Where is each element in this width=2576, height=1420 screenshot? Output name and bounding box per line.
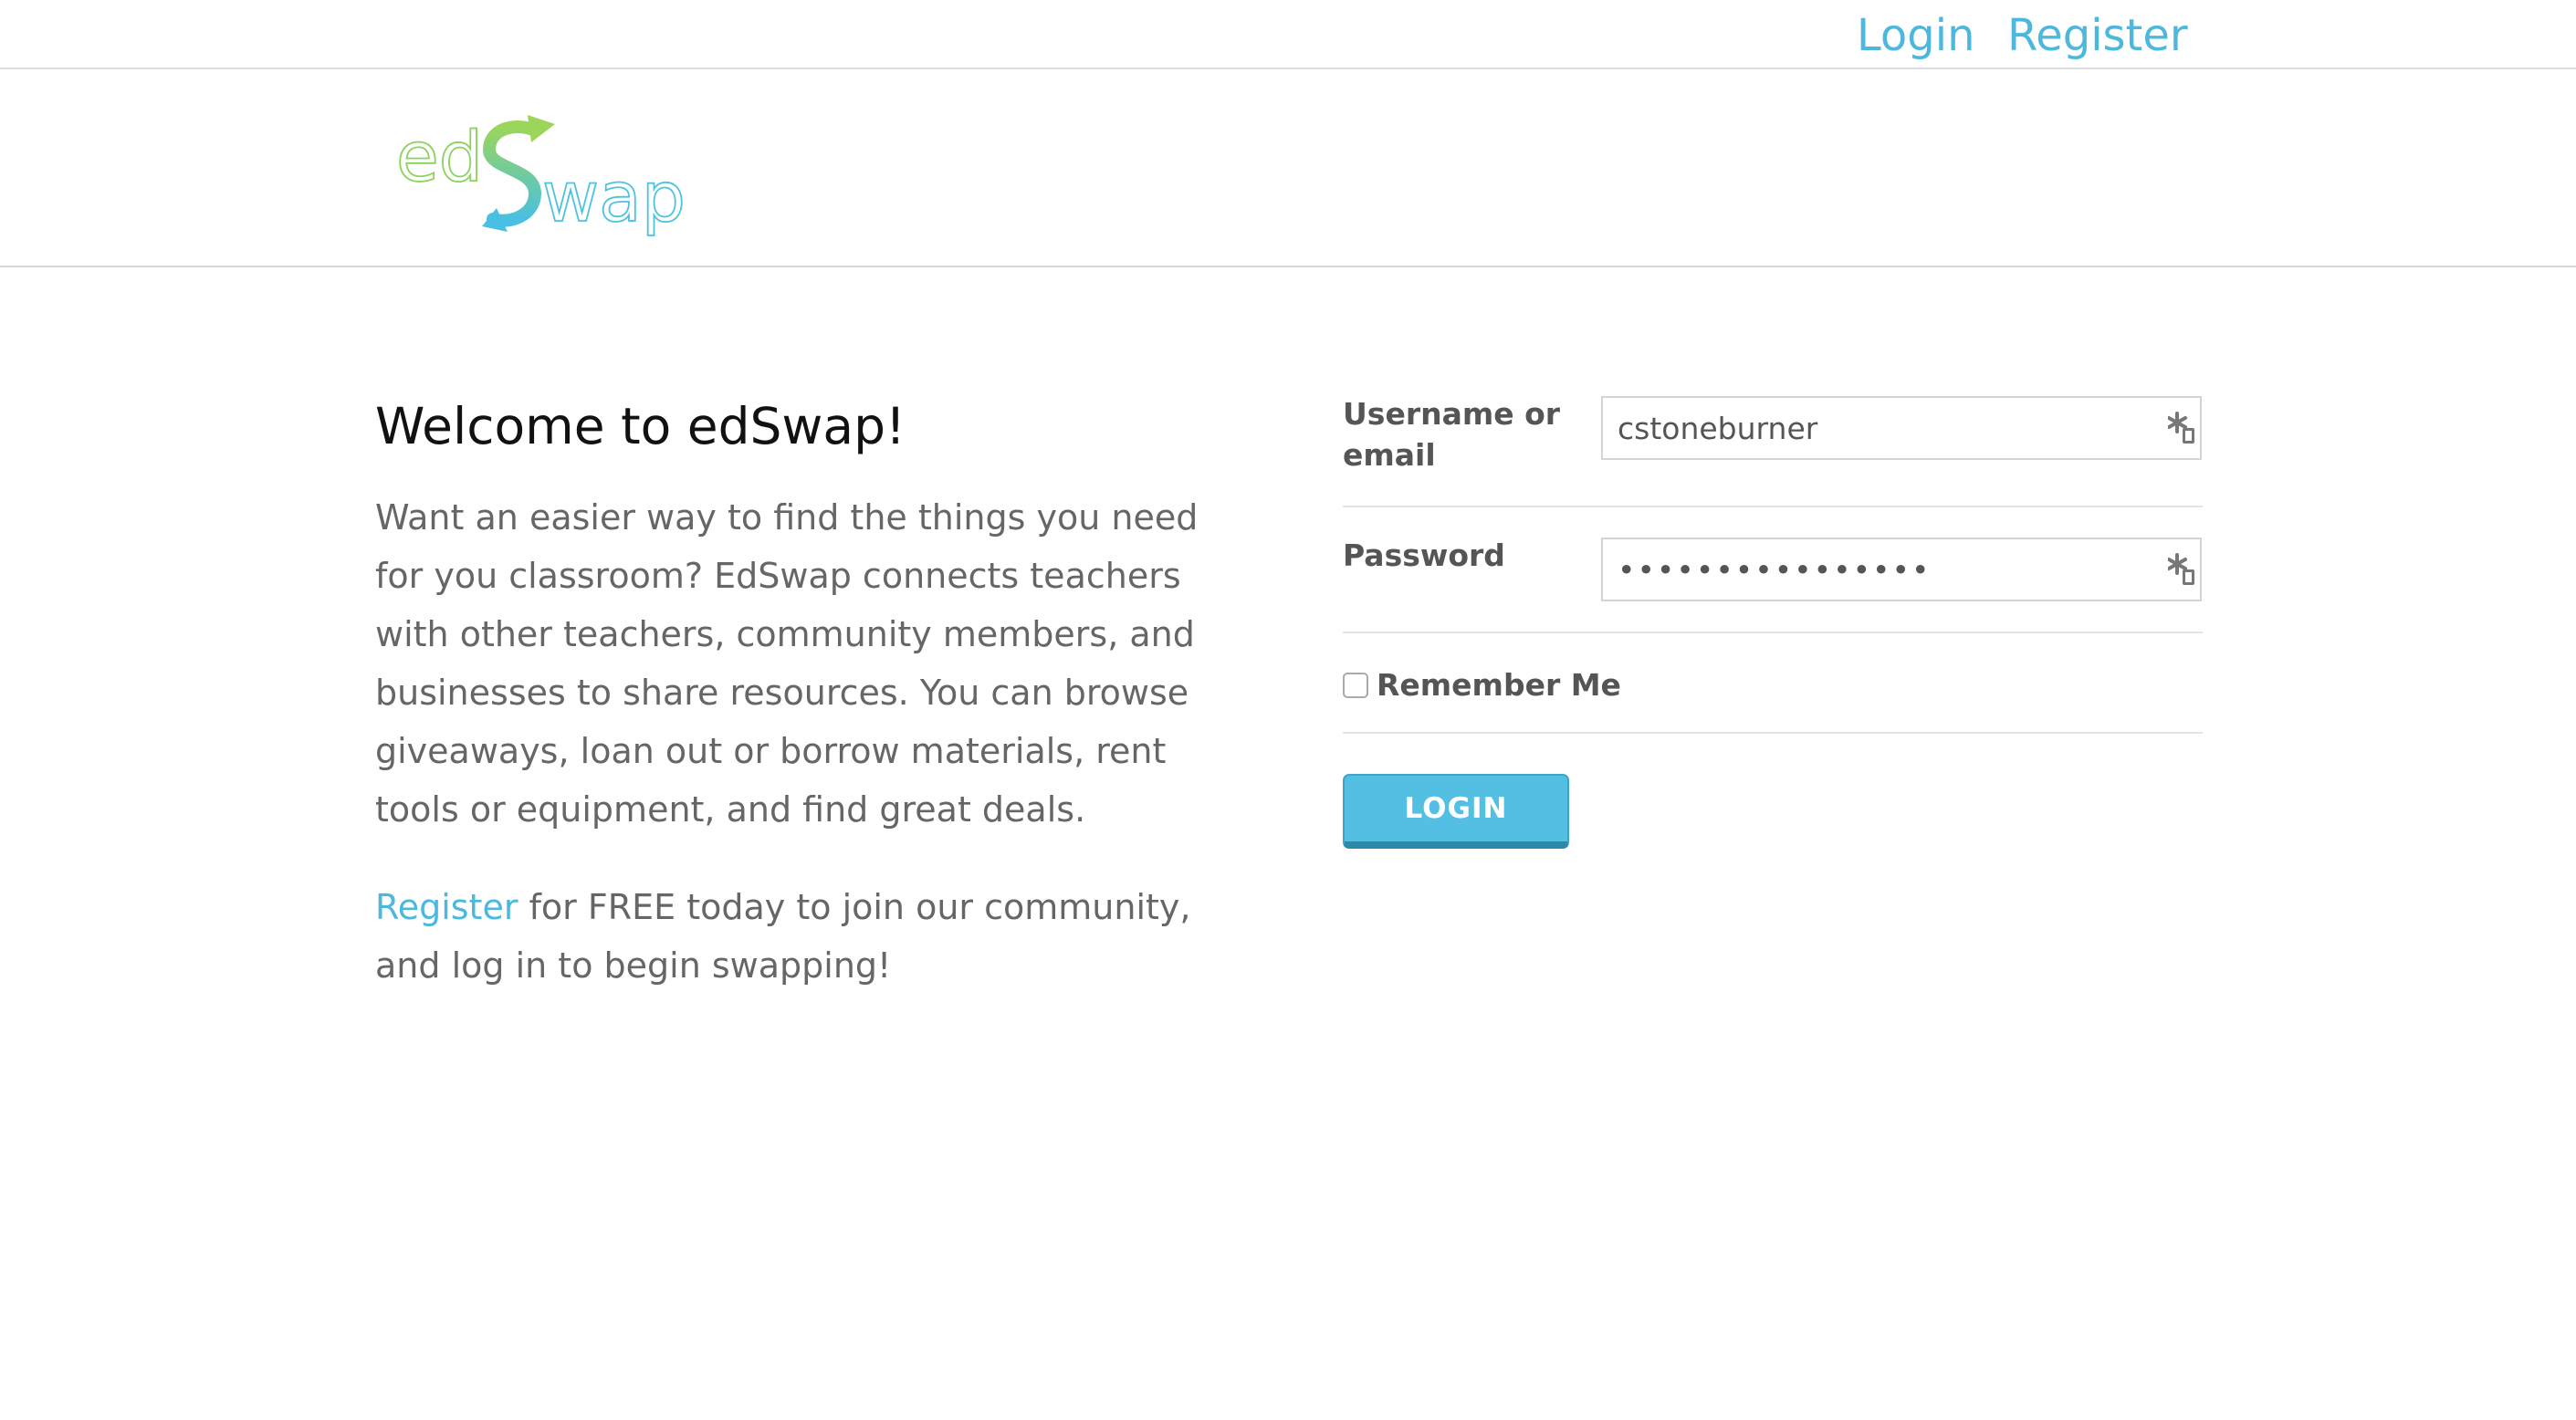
intro-paragraph: Want an easier way to find the things yo…: [375, 497, 1199, 830]
register-cta: Register for FREE today to join our comm…: [375, 878, 1233, 995]
top-nav-bar: Login Register: [0, 0, 2576, 69]
top-register-link[interactable]: Register: [2007, 8, 2188, 63]
form-divider: [1343, 506, 2203, 507]
password-label: Password: [1343, 538, 1505, 573]
svg-text:wap: wap: [542, 156, 686, 237]
top-login-link[interactable]: Login: [1857, 8, 1975, 63]
remember-me-label[interactable]: Remember Me: [1377, 664, 1621, 706]
edswap-logo[interactable]: ed wap: [394, 102, 705, 239]
username-input[interactable]: [1601, 396, 2202, 460]
password-manager-icon[interactable]: [2168, 553, 2195, 586]
svg-text:ed: ed: [396, 116, 483, 197]
register-cta-link[interactable]: Register: [375, 887, 518, 927]
remember-me-checkbox[interactable]: [1343, 673, 1368, 698]
site-header: ed wap: [0, 69, 2576, 267]
password-manager-icon[interactable]: [2168, 412, 2195, 444]
welcome-title: Welcome to edSwap!: [375, 397, 906, 455]
form-divider: [1343, 732, 2203, 734]
form-divider: [1343, 632, 2203, 633]
password-input[interactable]: [1601, 538, 2202, 601]
login-button[interactable]: LOGIN: [1343, 774, 1569, 849]
username-label: Username or email: [1343, 396, 1561, 473]
